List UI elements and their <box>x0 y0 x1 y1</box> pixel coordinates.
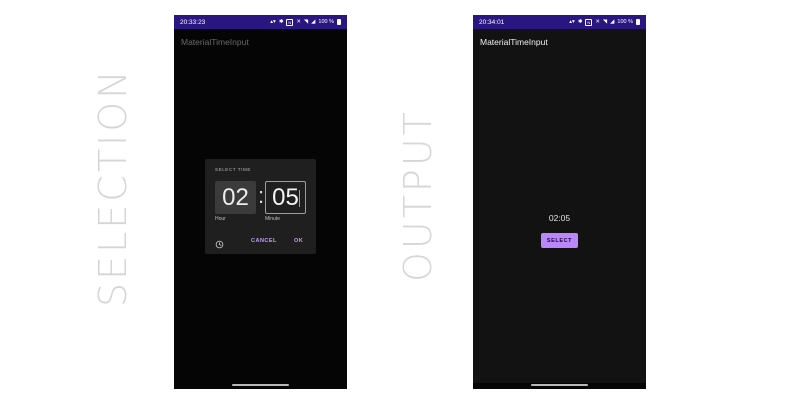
hour-value: 02 <box>222 183 249 211</box>
battery-level: 100 % <box>318 19 334 25</box>
status-bar: 20:33:23 ▴▾ ✱ N ✕ ◥ ◢ 100 % <box>174 15 347 29</box>
minute-value: 05 <box>272 183 299 211</box>
output-label: OUTPUT <box>396 109 440 282</box>
minute-caption: Minute <box>265 216 281 222</box>
dialog-title: SELECT TIME <box>215 167 251 172</box>
app-title: MaterialTimeInput <box>480 37 548 47</box>
status-icons: ▴▾ ✱ N ✕ ◥ ◢ 100 % <box>569 18 640 26</box>
time-picker-dialog: SELECT TIME 02 : 05 Hour Minute CANCEL O… <box>205 159 316 254</box>
data-speed-icon: ▴▾ <box>270 19 276 25</box>
bluetooth-icon: ✱ <box>577 19 583 25</box>
cancel-button[interactable]: CANCEL <box>251 238 277 244</box>
clock-icon[interactable] <box>215 236 224 249</box>
battery-level: 100 % <box>617 19 633 25</box>
status-time: 20:34:01 <box>479 18 505 26</box>
app-title: MaterialTimeInput <box>181 37 249 47</box>
mute-icon: ✕ <box>595 19 600 25</box>
bluetooth-icon: ✱ <box>278 19 284 25</box>
status-icons: ▴▾ ✱ N ✕ ◥ ◢ 100 % <box>270 18 341 26</box>
signal-icon: ◢ <box>610 19 615 25</box>
wifi-icon: ◥ <box>602 19 608 25</box>
comparison-stage: SELECTION OUTPUT 20:33:23 ▴▾ ✱ N ✕ ◥ ◢ 1… <box>0 0 800 400</box>
status-time: 20:33:23 <box>180 18 206 26</box>
nfc-icon: N <box>286 18 294 26</box>
data-speed-icon: ▴▾ <box>569 19 575 25</box>
hour-input[interactable]: 02 <box>215 181 256 214</box>
ok-button[interactable]: OK <box>294 238 303 244</box>
wifi-icon: ◥ <box>303 19 309 25</box>
selected-time-text: 02:05 <box>548 213 571 223</box>
time-separator: : <box>257 183 265 208</box>
mute-icon: ✕ <box>296 19 301 25</box>
status-bar: 20:34:01 ▴▾ ✱ N ✕ ◥ ◢ 100 % <box>473 15 646 29</box>
hour-caption: Hour <box>215 216 226 222</box>
gesture-nav-handle[interactable] <box>232 384 289 386</box>
select-button[interactable]: SELECT <box>541 233 578 248</box>
minute-input[interactable]: 05 <box>265 181 306 214</box>
battery-icon <box>337 19 341 25</box>
signal-icon: ◢ <box>311 19 316 25</box>
phone-output-screen: 20:34:01 ▴▾ ✱ N ✕ ◥ ◢ 100 % MaterialTime… <box>473 15 646 389</box>
nfc-icon: N <box>585 18 593 26</box>
text-cursor <box>299 190 300 207</box>
gesture-nav-handle[interactable] <box>531 384 588 386</box>
selection-label: SELECTION <box>91 67 135 307</box>
phone-selection-screen: 20:33:23 ▴▾ ✱ N ✕ ◥ ◢ 100 % MaterialTime… <box>174 15 347 389</box>
battery-icon <box>636 19 640 25</box>
